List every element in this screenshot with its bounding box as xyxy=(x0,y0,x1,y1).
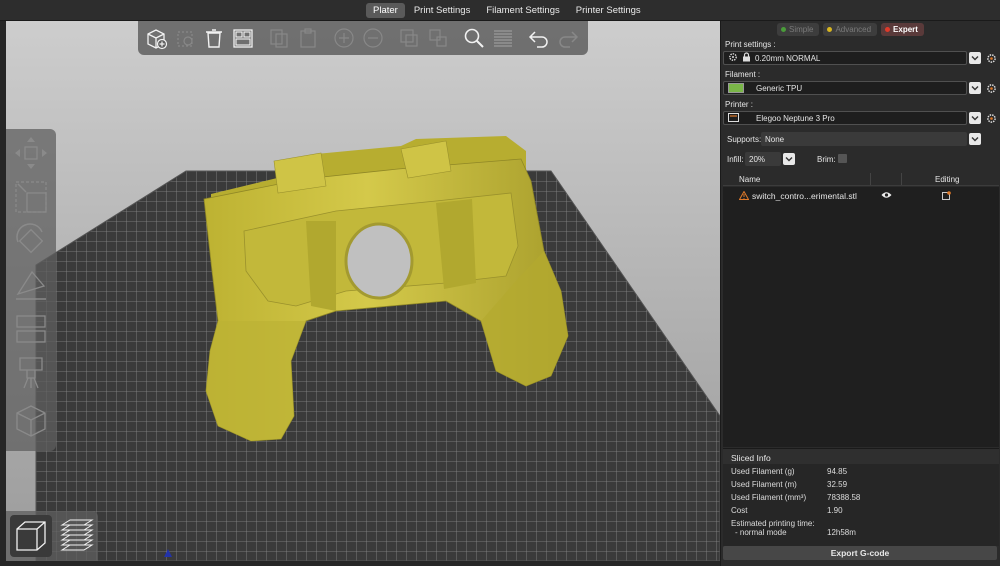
expert-dot-icon xyxy=(885,27,891,32)
supports-dropdown-icon[interactable] xyxy=(969,133,981,145)
rotate-icon[interactable] xyxy=(10,221,52,261)
mode-expert-button[interactable]: Expert xyxy=(881,23,924,36)
print-settings-dropdown-icon[interactable] xyxy=(969,52,981,64)
undo-icon[interactable] xyxy=(525,24,553,52)
filament-color-swatch xyxy=(728,83,744,93)
preview-icon[interactable] xyxy=(56,515,98,557)
settings-sidebar: Simple Advanced Expert Print settings : … xyxy=(720,21,1000,566)
infill-combo[interactable]: 20% xyxy=(745,152,781,166)
filament-dropdown-icon[interactable] xyxy=(969,82,981,94)
tab-group: Plater Print Settings Filament Settings … xyxy=(366,3,648,19)
advanced-dot-icon xyxy=(827,27,833,32)
tab-print-settings[interactable]: Print Settings xyxy=(407,3,478,18)
mode-simple-label: Simple xyxy=(789,25,814,34)
3d-viewport[interactable] xyxy=(6,21,720,561)
scale-icon[interactable] xyxy=(10,177,52,217)
tab-plater[interactable]: Plater xyxy=(366,3,405,18)
used-filament-mm3-value: 78388.58 xyxy=(827,493,861,502)
view-toggle xyxy=(6,511,98,561)
brim-checkbox[interactable] xyxy=(838,154,847,163)
print-settings-combo[interactable]: 0.20mm NORMAL xyxy=(723,51,967,65)
brim-label: Brim: xyxy=(817,155,836,164)
cut-icon[interactable] xyxy=(10,309,52,349)
split-parts-icon[interactable] xyxy=(424,24,452,52)
used-filament-m-label: Used Filament (m) xyxy=(731,480,797,489)
filament-combo[interactable]: Generic TPU xyxy=(723,81,967,95)
warning-icon xyxy=(738,190,750,202)
printer-label: Printer : xyxy=(725,100,754,109)
object-name: switch_contro...erimental.stl xyxy=(752,191,857,201)
eye-icon[interactable] xyxy=(881,191,892,201)
delete-all-icon[interactable] xyxy=(200,24,228,52)
column-editing[interactable]: Editing xyxy=(935,175,959,184)
filament-value: Generic TPU xyxy=(756,83,803,93)
arrange-icon[interactable] xyxy=(229,24,257,52)
tab-filament-settings[interactable]: Filament Settings xyxy=(479,3,566,18)
move-icon[interactable] xyxy=(10,133,52,173)
infill-dropdown-icon[interactable] xyxy=(783,153,795,165)
top-toolbar xyxy=(138,21,588,55)
sliced-info-panel: Sliced Info Used Filament (g) 94.85 Used… xyxy=(723,448,999,546)
redo-icon[interactable] xyxy=(554,24,582,52)
paint-supports-icon[interactable] xyxy=(10,353,52,393)
paste-icon[interactable] xyxy=(294,24,322,52)
edit-object-icon[interactable] xyxy=(942,191,951,202)
infill-value: 20% xyxy=(749,154,766,164)
mode-expert-label: Expert xyxy=(893,25,918,34)
mode-switcher: Simple Advanced Expert xyxy=(777,23,924,36)
print-time-value: 12h58m xyxy=(827,528,856,537)
filament-label: Filament : xyxy=(725,70,761,79)
top-tab-bar: Plater Print Settings Filament Settings … xyxy=(0,0,1000,21)
used-filament-g-value: 94.85 xyxy=(827,467,848,476)
used-filament-mm3-label: Used Filament (mm³) xyxy=(731,493,807,502)
mode-advanced-label: Advanced xyxy=(835,25,872,34)
used-filament-m-value: 32.59 xyxy=(827,480,848,489)
mode-simple-button[interactable]: Simple xyxy=(777,23,820,36)
search-icon[interactable] xyxy=(460,24,488,52)
cost-label: Cost xyxy=(731,506,748,515)
3d-view-icon[interactable] xyxy=(10,515,52,557)
printer-icon xyxy=(728,112,739,124)
left-gizmo-toolbar xyxy=(6,129,56,451)
supports-label: Supports: xyxy=(727,135,762,144)
remove-instance-icon[interactable] xyxy=(359,24,387,52)
print-time-label: Estimated printing time: xyxy=(731,519,815,528)
split-objects-icon[interactable] xyxy=(395,24,423,52)
printer-value: Elegoo Neptune 3 Pro xyxy=(756,113,835,123)
add-object-icon[interactable] xyxy=(142,24,170,52)
used-filament-g-label: Used Filament (g) xyxy=(731,467,795,476)
prusaslicer-window: Plater Print Settings Filament Settings … xyxy=(0,0,1000,566)
printer-dropdown-icon[interactable] xyxy=(969,112,981,124)
cost-value: 1.90 xyxy=(827,506,843,515)
copy-icon[interactable] xyxy=(265,24,293,52)
add-instance-icon[interactable] xyxy=(330,24,358,52)
simple-dot-icon xyxy=(781,27,786,32)
print-settings-value: 0.20mm NORMAL xyxy=(755,53,821,63)
filament-edit-icon[interactable] xyxy=(985,82,997,94)
printer-combo[interactable]: Elegoo Neptune 3 Pro xyxy=(723,111,967,125)
lock-icon xyxy=(742,52,751,64)
scene-canvas[interactable] xyxy=(6,21,720,561)
sliced-info-title: Sliced Info xyxy=(731,453,771,463)
delete-icon[interactable] xyxy=(171,24,199,52)
layers-editing-icon[interactable] xyxy=(489,24,517,52)
object-list-header: Name Editing xyxy=(723,172,999,186)
place-on-face-icon[interactable] xyxy=(10,265,52,305)
supports-value: None xyxy=(765,134,785,144)
print-time-mode: - normal mode xyxy=(735,528,787,537)
seam-painting-icon[interactable] xyxy=(10,401,52,441)
list-item[interactable]: switch_contro...erimental.stl xyxy=(723,190,999,204)
tab-printer-settings[interactable]: Printer Settings xyxy=(569,3,648,18)
supports-combo[interactable]: None xyxy=(761,132,967,146)
mode-advanced-button[interactable]: Advanced xyxy=(823,23,878,36)
printer-edit-icon[interactable] xyxy=(985,112,997,124)
column-name[interactable]: Name xyxy=(739,175,760,184)
print-settings-label: Print settings : xyxy=(725,40,776,49)
print-settings-edit-icon[interactable] xyxy=(985,52,997,64)
infill-label: Infill: xyxy=(727,155,744,164)
object-list[interactable]: switch_contro...erimental.stl xyxy=(723,187,999,447)
gear-icon xyxy=(728,52,738,64)
export-gcode-button[interactable]: Export G-code xyxy=(723,546,997,560)
